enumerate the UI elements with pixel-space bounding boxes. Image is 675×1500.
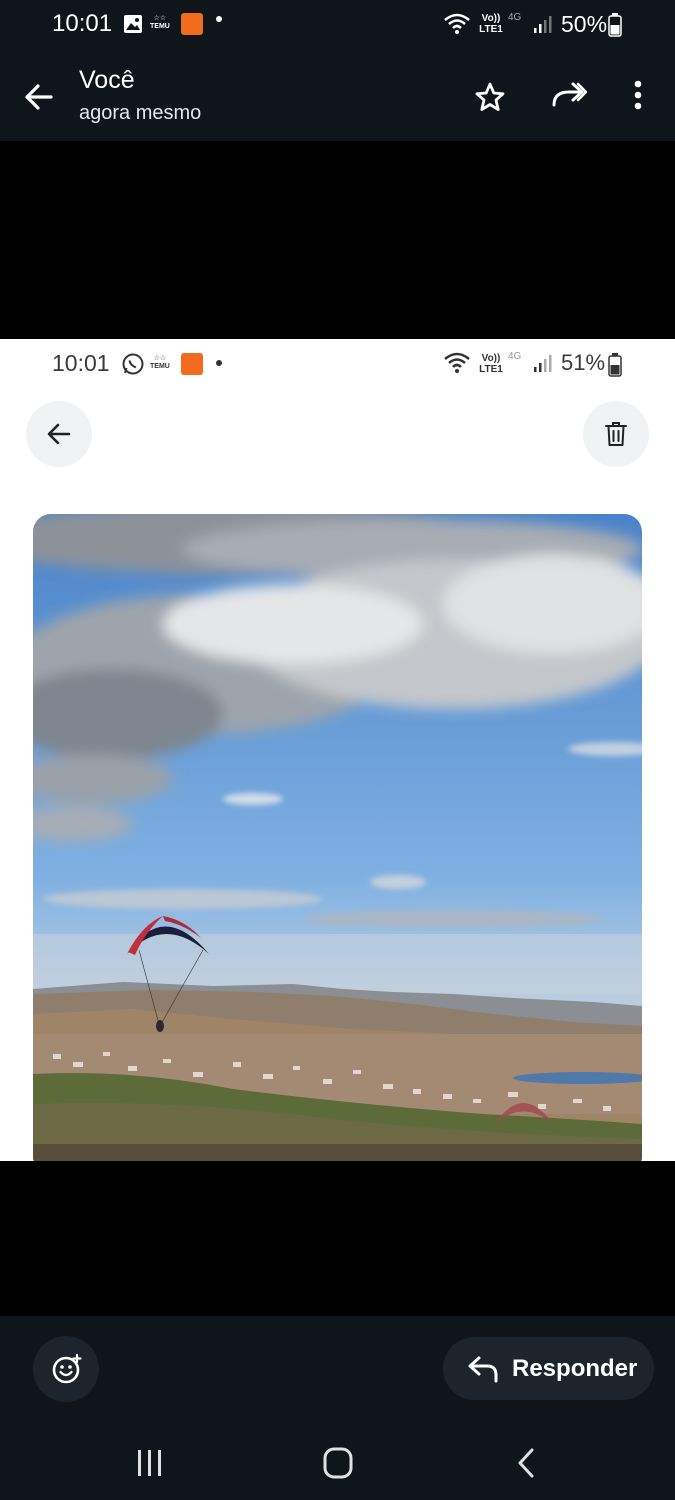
- reply-button[interactable]: Responder: [443, 1337, 654, 1400]
- star-icon[interactable]: [474, 81, 506, 113]
- emoji-add-icon: [52, 1353, 82, 1384]
- battery-icon: [608, 353, 622, 377]
- forward-icon[interactable]: [551, 81, 587, 109]
- temu-notification-icon: ☆☆ TEMU: [150, 15, 170, 30]
- reply-label: Responder: [512, 1355, 638, 1382]
- wifi-icon: [444, 13, 470, 34]
- wifi-icon: [444, 352, 470, 373]
- more-notifications-dot: [216, 16, 222, 22]
- shared-screenshot: 10:01 ☆☆ TEMU Vo)) LTE1 4G 51%: [0, 339, 675, 1161]
- reply-icon: [468, 1356, 498, 1383]
- temu-notification-icon: ☆☆ TEMU: [150, 355, 170, 370]
- paragliding-photo: [33, 514, 642, 1161]
- back-icon[interactable]: [515, 1447, 537, 1479]
- status-time: 10:01: [52, 10, 113, 37]
- volte-indicator: Vo)) LTE1: [479, 13, 503, 35]
- whatsapp-icon: [122, 353, 144, 375]
- temu-app-icon: [181, 353, 203, 375]
- react-button[interactable]: [33, 1336, 99, 1402]
- battery-icon: [608, 13, 622, 37]
- message-header: Você agora mesmo: [0, 52, 675, 141]
- temu-app-icon: [181, 13, 203, 35]
- back-arrow-icon: [47, 423, 71, 445]
- battery-percent: 51%: [561, 350, 606, 375]
- inner-status-time: 10:01: [52, 350, 110, 376]
- sender-name: Você: [79, 66, 135, 94]
- message-time: agora mesmo: [79, 102, 202, 124]
- network-gen-indicator: 4G: [508, 351, 522, 362]
- gallery-notification-icon: [124, 15, 142, 33]
- volte-indicator: Vo)) LTE1: [479, 353, 503, 375]
- more-notifications-dot: [216, 360, 222, 366]
- inner-delete-button[interactable]: [583, 401, 649, 467]
- landscape-image: [33, 514, 642, 1161]
- inner-back-button[interactable]: [26, 401, 92, 467]
- home-icon[interactable]: [322, 1446, 354, 1480]
- signal-icon: [534, 16, 552, 33]
- recents-icon[interactable]: [135, 1449, 165, 1477]
- back-arrow-icon[interactable]: [22, 80, 56, 114]
- more-vertical-icon[interactable]: [632, 80, 644, 112]
- signal-icon: [534, 355, 552, 372]
- trash-icon: [605, 422, 627, 446]
- status-bar: 10:01 ☆☆ TEMU Vo)) LTE1 4G 50%: [0, 0, 675, 52]
- battery-percent: 50%: [561, 11, 608, 37]
- network-gen-indicator: 4G: [508, 12, 522, 23]
